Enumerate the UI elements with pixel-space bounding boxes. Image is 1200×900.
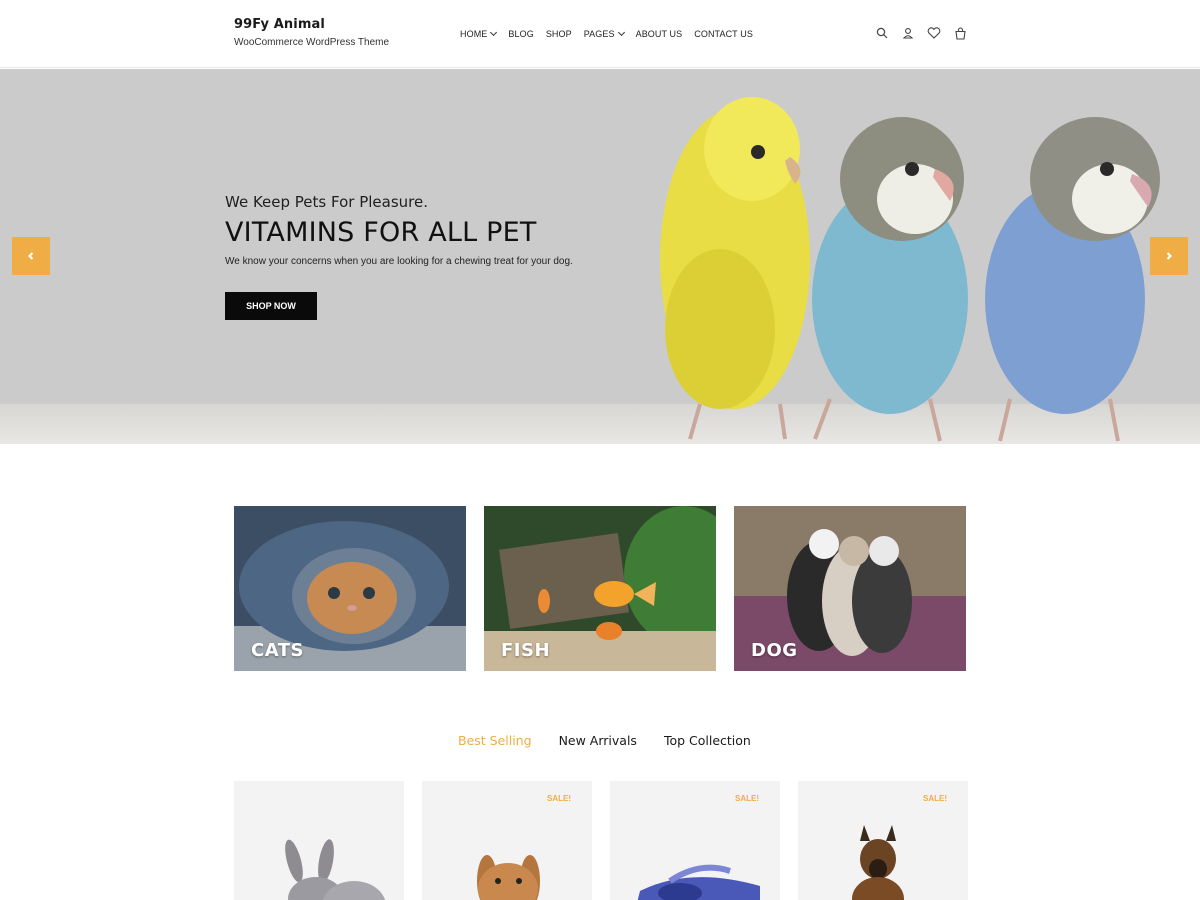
search-icon[interactable] — [874, 25, 890, 41]
nav-item-shop[interactable]: SHOP — [546, 29, 572, 39]
header-icons — [874, 25, 968, 41]
brand-title[interactable]: 99Fy Animal — [234, 17, 389, 32]
nav-label: CONTACT US — [694, 29, 753, 39]
product-card[interactable] — [234, 781, 404, 900]
category-label: DOG — [751, 640, 798, 661]
hero-title: VITAMINS FOR ALL PET — [225, 217, 537, 248]
tab-top-collection[interactable]: Top Collection — [664, 733, 751, 748]
german-shepherd-image — [852, 825, 904, 900]
betta-fish-image — [637, 864, 760, 900]
nav-label: SHOP — [545, 29, 572, 39]
chevron-right-icon — [1166, 252, 1172, 260]
nav-label: BLOG — [508, 29, 534, 39]
cart-icon[interactable] — [952, 25, 968, 41]
shop-now-button[interactable]: SHOP NOW — [225, 292, 317, 320]
category-label: CATS — [251, 640, 304, 661]
category-card-fish[interactable]: FISH — [484, 506, 716, 671]
nav-item-pages[interactable]: PAGES — [583, 28, 625, 39]
category-label: FISH — [501, 640, 551, 661]
hero-text: We Keep Pets For Pleasure. VITAMINS FOR … — [225, 193, 645, 320]
nav-item-contact-us[interactable]: CONTACT US — [694, 29, 753, 39]
hero-description: We know your concerns when you are looki… — [225, 256, 573, 267]
parakeets-image — [660, 97, 1160, 442]
user-icon[interactable] — [900, 25, 916, 41]
product-card[interactable]: SALE! — [610, 781, 780, 900]
tab-best-selling[interactable]: Best Selling — [458, 733, 532, 748]
nav-label: HOME — [460, 29, 488, 39]
heart-icon[interactable] — [926, 25, 942, 41]
chevron-left-icon — [28, 252, 34, 260]
slider-prev-button[interactable] — [12, 237, 50, 275]
nav-item-about-us[interactable]: ABOUT US — [636, 29, 683, 39]
product-card[interactable]: SALE! — [422, 781, 592, 900]
product-grid: SALE! SALE! SALE! — [234, 781, 968, 900]
category-card-dog[interactable]: DOG — [734, 506, 966, 671]
tab-new-arrivals[interactable]: New Arrivals — [559, 733, 637, 748]
category-grid: CATS FISH DOG — [234, 506, 966, 671]
nav-item-blog[interactable]: BLOG — [508, 29, 533, 39]
hero-slider: We Keep Pets For Pleasure. VITAMINS FOR … — [0, 69, 1200, 444]
bunny-image — [477, 855, 540, 900]
brand-tagline: WooCommerce WordPress Theme — [234, 37, 390, 48]
nav-item-home[interactable]: HOME — [460, 28, 498, 39]
main-nav: HOME BLOG SHOP PAGES ABOUT US CONTACT US — [460, 28, 753, 39]
nav-label: PAGES — [583, 29, 615, 39]
nav-label: ABOUT US — [635, 29, 683, 39]
chevron-down-icon — [617, 28, 625, 37]
brand[interactable]: 99Fy Animal WooCommerce WordPress Theme — [234, 17, 389, 48]
product-card[interactable]: SALE! — [798, 781, 968, 900]
product-tabs: Best Selling New Arrivals Top Collection — [458, 733, 751, 748]
hero-subtitle: We Keep Pets For Pleasure. — [225, 193, 428, 211]
site-header: 99Fy Animal WooCommerce WordPress Theme … — [0, 0, 1200, 68]
category-card-cats[interactable]: CATS — [234, 506, 466, 671]
chevron-down-icon — [490, 28, 498, 37]
slider-next-button[interactable] — [1150, 237, 1188, 275]
rabbit-image — [285, 839, 386, 900]
